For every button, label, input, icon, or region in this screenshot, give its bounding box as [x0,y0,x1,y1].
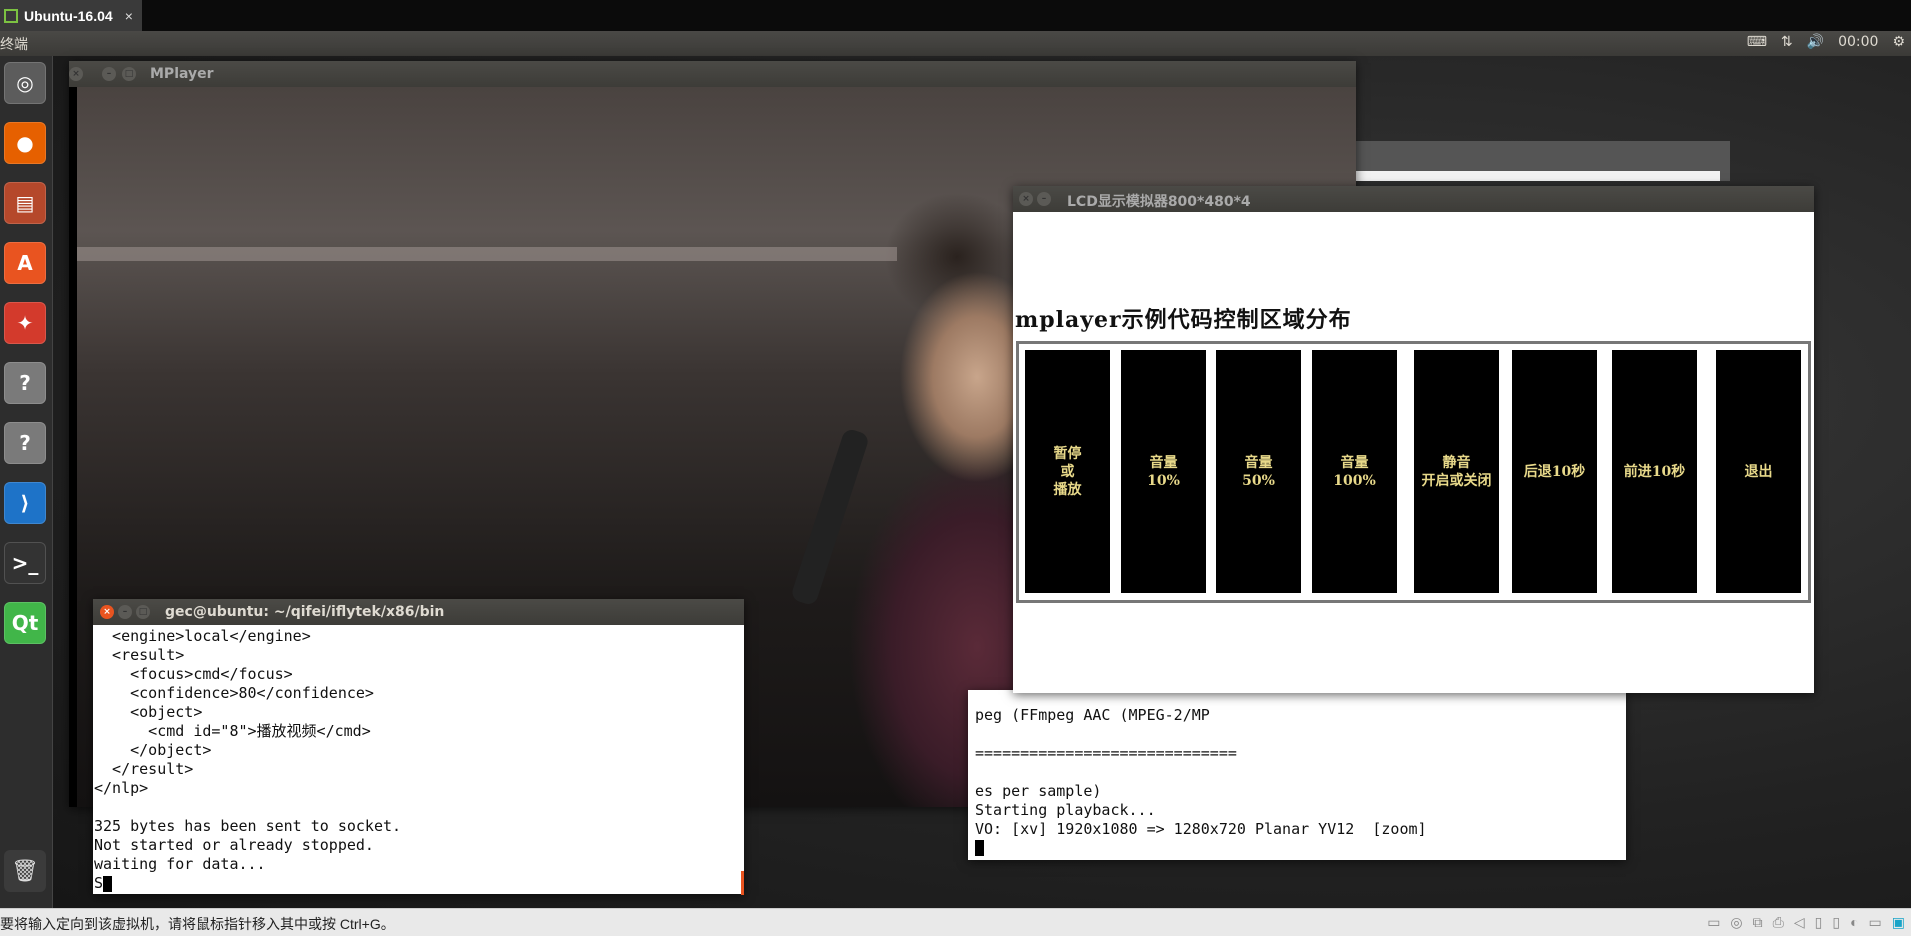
lcd-control-button[interactable]: 后退10秒 [1512,350,1597,593]
terminal-line: S [94,874,401,893]
minimize-icon[interactable]: – [102,67,116,81]
lcd-control-button[interactable]: 音量 100% [1312,350,1397,593]
storage-icon[interactable]: ▭ [1869,914,1882,931]
software-center-icon[interactable]: A [4,242,46,284]
lcd-control-button[interactable]: 音量 10% [1121,350,1206,593]
terminal-line: </object> [94,741,212,759]
terminal-icon[interactable]: >_ [4,542,46,584]
maximize-icon[interactable]: □ [136,605,150,619]
terminal-cursor [975,840,984,856]
files-icon[interactable]: ▤ [4,182,46,224]
terminal-line: peg (FFmpeg AAC (MPEG-2/MP [975,706,1210,724]
display-icon[interactable]: ◐ [1850,914,1858,931]
printer-icon[interactable]: ⎙ [1773,914,1784,931]
system-settings-icon[interactable]: ✦ [4,302,46,344]
settings-gear-icon[interactable]: ⚙ [1892,34,1905,50]
vm-icon [4,8,18,23]
volume-icon[interactable]: 🔊 [1807,34,1824,50]
video-stage-rail [77,247,897,261]
minimize-icon[interactable]: – [1037,192,1051,206]
lcd-heading: mplayer示例代码控制区域分布 [1015,307,1352,333]
gec-terminal-title: gec@ubuntu: ~/qifei/iflytek/x86/bin [165,604,445,620]
vm-tab-label: Ubuntu-16.04 [24,7,113,24]
sound-card-icon[interactable]: ◁ [1794,914,1805,931]
lcd-control-button[interactable]: 音量 50% [1216,350,1301,593]
unknown-app-icon[interactable]: ? [4,362,46,404]
terminal-scroll-indicator [741,871,744,895]
vmware-status-bar: 要将输入定向到该虚拟机，请将鼠标指针移入其中或按 Ctrl+G。 ▭ ◎ ⧉ ⎙… [0,908,1911,936]
close-icon[interactable]: × [69,67,83,81]
terminal-line: </nlp> [94,779,149,797]
device-icons: ▭ ◎ ⧉ ⎙ ◁ ▯ ▯ ◐ ▭ ▣ [1707,914,1905,931]
trash-icon[interactable]: 🗑 [4,850,46,892]
lcd-simulator-window[interactable]: × – LCD显示模拟器800*480*4 mplayer示例代码控制区域分布 … [1013,186,1814,693]
terminal-line: waiting for data... [94,855,266,873]
close-icon[interactable]: × [1019,192,1033,206]
lcd-control-button[interactable]: 退出 [1716,350,1801,593]
clock[interactable]: 00:00 [1838,34,1878,50]
terminal-line: ============================= [975,744,1237,762]
vm-tab-ubuntu[interactable]: Ubuntu-16.04 × [0,0,142,31]
control-region-frame: 暂停 或 播放 音量 10% 音量 50% 音量 100% 静音 开启或关闭 后退10秒前… [1016,341,1811,603]
maximize-icon[interactable]: □ [122,67,136,81]
mplayer-output-terminal[interactable]: peg (FFmpeg AAC (MPEG-2/MP =============… [968,690,1626,860]
terminal-output: peg (FFmpeg AAC (MPEG-2/MP =============… [975,706,1427,839]
terminal-line: <cmd id="8">播放视频</cmd> [94,722,371,740]
usb-icon-2[interactable]: ▯ [1832,914,1840,931]
mplayer-titlebar[interactable]: × – □ MPlayer [69,61,1356,87]
lcd-control-button[interactable]: 静音 开启或关闭 [1414,350,1499,593]
terminal-cursor [103,875,113,892]
gec-terminal-content[interactable]: <engine>local</engine> <result> <focus>c… [93,625,744,895]
panel-indicators: ⌨ ⇅ 🔊 00:00 ⚙ [1747,34,1905,50]
terminal-output: <engine>local</engine> <result> <focus>c… [94,627,401,893]
background-window-content [1356,171,1720,181]
terminal-line: <confidence>80</confidence> [94,684,374,702]
terminal-line: 325 bytes has been sent to socket. [94,817,402,835]
lcd-control-button[interactable]: 前进10秒 [1612,350,1697,593]
terminal-line: <object> [94,703,203,721]
gec-terminal-titlebar[interactable]: × – □ gec@ubuntu: ~/qifei/iflytek/x86/bi… [93,599,744,625]
lcd-control-button[interactable]: 暂停 或 播放 [1025,350,1110,593]
terminal-line: <engine>local</engine> [94,627,311,645]
terminal-line: </result> [94,760,194,778]
minimize-icon[interactable]: – [118,605,132,619]
lcd-title: LCD显示模拟器800*480*4 [1067,194,1251,210]
close-icon[interactable]: × [100,605,114,619]
terminal-line: VO: [xv] 1920x1080 => 1280x720 Planar YV… [975,820,1427,838]
firefox-icon[interactable]: ● [4,122,46,164]
keyboard-icon[interactable]: ⌨ [1747,34,1767,50]
lcd-screen[interactable]: mplayer示例代码控制区域分布 暂停 或 播放 音量 10% 音量 50% 音量 … [1013,214,1814,693]
terminal-line: Not started or already stopped. [94,836,374,854]
vmware-tab-strip: Ubuntu-16.04 × [0,0,1911,31]
ubuntu-dash-icon[interactable]: ◎ [4,62,46,104]
terminal-line: <result> [94,646,185,664]
hard-disk-icon[interactable]: ▭ [1707,914,1720,931]
qt-creator-icon[interactable]: Qt [4,602,46,644]
network-adapter-icon[interactable]: ⧉ [1753,914,1763,931]
terminal-line: Starting playback... [975,801,1156,819]
unknown-app-icon-2[interactable]: ? [4,422,46,464]
active-app-title: 终端 [0,37,28,53]
vscode-icon[interactable]: ⟩ [4,482,46,524]
background-window [1350,141,1730,181]
cd-drive-icon[interactable]: ◎ [1730,914,1742,931]
mplayer-title: MPlayer [150,66,214,82]
unity-launcher: 🗑 ◎ ● ▤ A ✦?? ⟩ >_ Qt [0,56,53,908]
gec-terminal-window[interactable]: × – □ gec@ubuntu: ~/qifei/iflytek/x86/bi… [93,599,744,895]
terminal-line: <focus>cmd</focus> [94,665,293,683]
tab-close-icon[interactable]: × [125,8,133,24]
network-icon[interactable]: ⇅ [1781,34,1793,50]
lcd-titlebar[interactable]: × – LCD显示模拟器800*480*4 [1013,186,1814,212]
video-microphone [789,427,871,607]
ubuntu-top-panel: 终端 ⌨ ⇅ 🔊 00:00 ⚙ [0,31,1911,56]
usb-icon[interactable]: ▯ [1815,914,1823,931]
terminal-line: es per sample) [975,782,1102,800]
status-message: 要将输入定向到该虚拟机，请将鼠标指针移入其中或按 Ctrl+G。 [0,916,395,932]
message-icon[interactable]: ▣ [1892,914,1905,931]
